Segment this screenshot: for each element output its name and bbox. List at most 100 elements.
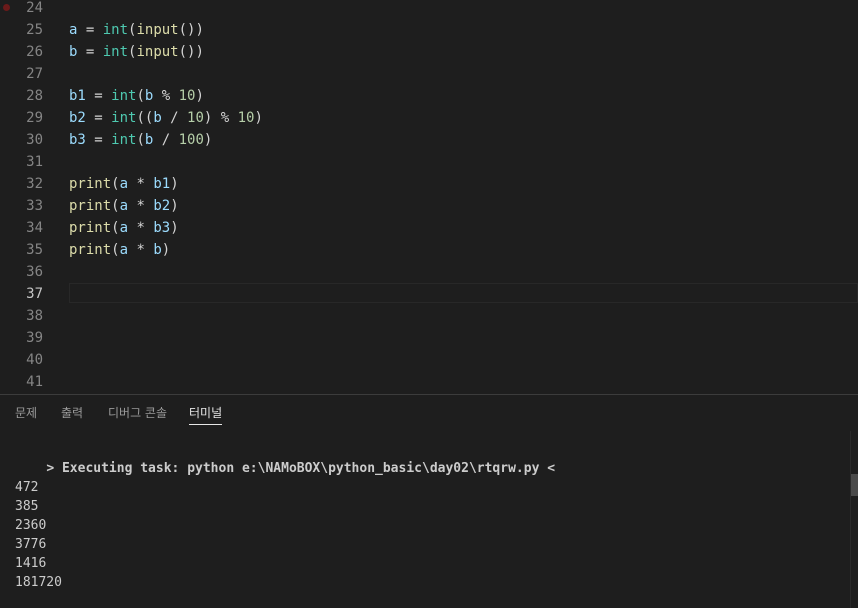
code-line[interactable]: 34 print(a * b3) — [0, 217, 858, 239]
code-token: ) — [170, 176, 179, 192]
code-line[interactable]: 32 print(a * b1) — [0, 173, 858, 195]
code-token: a — [119, 176, 129, 192]
code-token: = — [85, 132, 112, 148]
terminal-output-line: 3776 — [15, 537, 47, 552]
bottom-panel: 문제 출력 디버그 콘솔 터미널 > Executing task: python e… — [0, 394, 858, 608]
code-token: ( — [111, 176, 120, 192]
code-token: input — [136, 44, 179, 60]
code-text: b3 = int(b / 100) — [69, 129, 212, 151]
code-token: a — [119, 242, 129, 258]
code-token: b2 — [153, 198, 171, 214]
code-token: ) — [254, 110, 263, 126]
code-line[interactable]: 26 b = int(input()) — [0, 41, 858, 63]
code-line[interactable]: 39 — [0, 327, 858, 349]
line-number: 37 — [26, 286, 43, 302]
line-number: 39 — [26, 330, 43, 346]
line-number: 36 — [26, 264, 43, 280]
panel-tab[interactable]: 디버그 콘솔 — [108, 404, 167, 422]
terminal-output-line: 2360 — [15, 518, 47, 533]
code-line[interactable]: 25 a = int(input()) — [0, 19, 858, 41]
code-token: = — [85, 110, 112, 126]
code-token: print — [69, 198, 112, 214]
code-token: ) — [203, 132, 213, 148]
panel-tab[interactable]: 문제 — [15, 404, 37, 422]
terminal-task-text: > Executing task: python e:\NAMoBOX\pyth… — [46, 461, 556, 476]
code-token: int — [111, 88, 137, 104]
line-number: 41 — [26, 374, 43, 390]
code-line[interactable]: 28 b1 = int(b % 10) — [0, 85, 858, 107]
code-line[interactable]: 31 — [0, 151, 858, 173]
code-text: b = int(input()) — [69, 41, 204, 63]
terminal-output-line: 385 — [15, 499, 39, 514]
code-token: / — [153, 132, 179, 148]
code-token: print — [69, 242, 112, 258]
code-line[interactable]: 33 print(a * b2) — [0, 195, 858, 217]
code-token: ( — [111, 242, 120, 258]
code-line[interactable]: 40 — [0, 349, 858, 371]
code-line[interactable]: 41 — [0, 371, 858, 393]
code-text: b2 = int((b / 10) % 10) — [69, 107, 263, 129]
code-token: b — [153, 110, 162, 126]
code-token: int — [102, 22, 129, 38]
code-line[interactable]: 24 — [0, 0, 858, 19]
code-line[interactable]: 36 — [0, 261, 858, 283]
line-number: 34 — [26, 220, 43, 236]
code-text: print(a * b2) — [69, 195, 179, 217]
code-token: input — [136, 22, 179, 38]
code-token: a — [119, 220, 129, 236]
code-token: int — [111, 110, 137, 126]
line-number: 24 — [26, 0, 43, 16]
code-text: b1 = int(b % 10) — [69, 85, 204, 107]
code-line[interactable]: 35 print(a * b) — [0, 239, 858, 261]
line-number: 31 — [26, 154, 43, 170]
code-line[interactable]: 37 — [0, 283, 858, 305]
code-token: b2 — [69, 110, 86, 126]
code-token: 10 — [178, 88, 196, 104]
terminal-output-line: 472 — [15, 480, 39, 495]
code-token: a — [119, 198, 129, 214]
code-token: ) — [170, 198, 179, 214]
code-token: b3 — [153, 220, 171, 236]
code-token: 10 — [237, 110, 255, 126]
code-token: % — [153, 88, 179, 104]
line-number: 33 — [26, 198, 43, 214]
code-token: b — [153, 242, 162, 258]
code-line[interactable]: 29 b2 = int((b / 10) % 10) — [0, 107, 858, 129]
code-editor[interactable]: 24 25 a = int(input()) 26 b = int(input()) 27… — [0, 0, 858, 394]
code-line[interactable]: 38 — [0, 305, 858, 327]
line-number: 27 — [26, 66, 43, 82]
code-token: ()) — [178, 22, 204, 38]
code-text: print(a * b) — [69, 239, 170, 261]
terminal-output-line: 181720 — [15, 575, 62, 590]
code-token: * — [128, 198, 154, 214]
code-text: a = int(input()) — [69, 19, 204, 41]
code-token: ) — [170, 220, 179, 236]
code-token: ( — [111, 220, 120, 236]
line-number: 35 — [26, 242, 43, 258]
code-token: b1 — [153, 176, 171, 192]
terminal-scrollbar-thumb[interactable] — [851, 474, 858, 496]
code-token: print — [69, 220, 112, 236]
terminal-command-line: > Executing task: python e:\NAMoBOX\pyth… — [15, 440, 555, 497]
code-token: ) % — [203, 110, 238, 126]
terminal-output-line: 1416 — [15, 556, 47, 571]
code-token: ( — [136, 88, 145, 104]
code-token: * — [128, 176, 154, 192]
line-number: 32 — [26, 176, 43, 192]
code-token: ( — [111, 198, 120, 214]
line-number: 30 — [26, 132, 43, 148]
code-token: 100 — [178, 132, 204, 148]
code-token: 10 — [187, 110, 204, 126]
code-line[interactable]: 27 — [0, 63, 858, 85]
line-number: 26 — [26, 44, 43, 60]
code-text: print(a * b3) — [69, 217, 179, 239]
line-number: 38 — [26, 308, 43, 324]
panel-tabs: 문제 출력 디버그 콘솔 터미널 — [0, 395, 858, 429]
line-number: 28 — [26, 88, 43, 104]
terminal-scrollbar[interactable] — [850, 431, 858, 608]
code-text: print(a * b1) — [69, 173, 179, 195]
panel-tab[interactable]: 출력 — [61, 404, 83, 422]
line-number: 40 — [26, 352, 43, 368]
code-line[interactable]: 30 b3 = int(b / 100) — [0, 129, 858, 151]
panel-tab[interactable]: 터미널 — [189, 404, 223, 425]
